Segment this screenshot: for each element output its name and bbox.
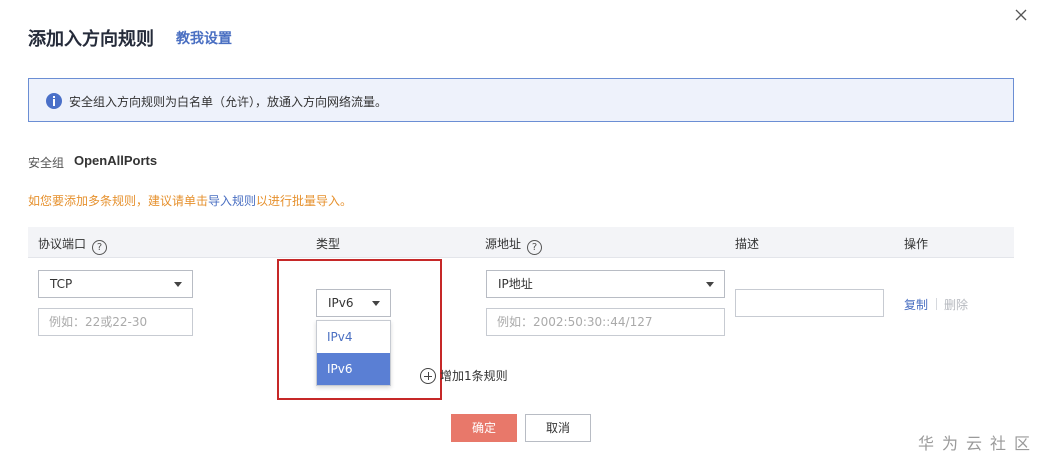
port-input-placeholder: 例如：22或22-30 <box>49 315 148 329</box>
header-operation: 操作 <box>904 237 929 251</box>
info-icon <box>46 93 62 109</box>
port-input[interactable]: 例如：22或22-30 <box>38 308 193 336</box>
info-banner: 安全组入方向规则为白名单（允许），放通入方向网络流量。 <box>28 78 1014 122</box>
watermark: 华为云社区 <box>918 434 1039 453</box>
protocol-select[interactable]: TCP <box>38 270 193 298</box>
chevron-down-icon <box>706 282 714 287</box>
header-description: 描述 <box>735 237 760 251</box>
batch-import-hint: 如您要添加多条规则，建议请单击导入规则以进行批量导入。 <box>28 192 352 209</box>
dialog-title: 添加入方向规则 <box>28 29 154 50</box>
divider <box>936 298 937 310</box>
help-icon[interactable]: ? <box>92 240 108 255</box>
plus-circle-icon <box>420 368 436 384</box>
add-rule-button[interactable]: 增加1条规则 <box>420 367 508 384</box>
header-source-label: 源地址 <box>485 237 522 251</box>
close-icon[interactable] <box>1012 6 1030 24</box>
rules-table-header: 协议端口? 类型 源地址? 描述 操作 <box>28 227 1014 258</box>
import-rules-link[interactable]: 导入规则 <box>208 194 256 208</box>
header-source: 源地址? <box>485 235 543 255</box>
protocol-select-value: TCP <box>50 277 73 291</box>
header-type: 类型 <box>316 237 341 251</box>
header-protocol-port-label: 协议端口 <box>38 237 87 251</box>
source-type-select-value: IP地址 <box>498 277 533 291</box>
source-type-select[interactable]: IP地址 <box>486 270 725 298</box>
security-group-name: OpenAllPorts <box>74 153 158 168</box>
highlight-frame <box>277 259 442 400</box>
info-text: 安全组入方向规则为白名单（允许），放通入方向网络流量。 <box>69 95 388 109</box>
confirm-button[interactable]: 确定 <box>451 414 517 442</box>
chevron-down-icon <box>174 282 182 287</box>
copy-link[interactable]: 复制 <box>904 296 928 313</box>
help-icon[interactable]: ? <box>527 240 543 255</box>
security-group-label: 安全组 <box>28 156 65 170</box>
hint-prefix: 如您要添加多条规则，建议请单击 <box>28 194 209 208</box>
header-protocol-port: 协议端口? <box>38 235 108 255</box>
source-address-input[interactable]: 例如：2002:50:30::44/127 <box>486 308 725 336</box>
hint-suffix: 以进行批量导入。 <box>256 194 353 208</box>
guide-link[interactable]: 教我设置 <box>176 28 232 48</box>
description-input[interactable] <box>735 289 884 317</box>
delete-link[interactable]: 删除 <box>944 296 968 313</box>
cancel-button[interactable]: 取消 <box>525 414 591 442</box>
source-address-placeholder: 例如：2002:50:30::44/127 <box>497 315 653 329</box>
add-rule-label: 增加1条规则 <box>440 369 508 383</box>
